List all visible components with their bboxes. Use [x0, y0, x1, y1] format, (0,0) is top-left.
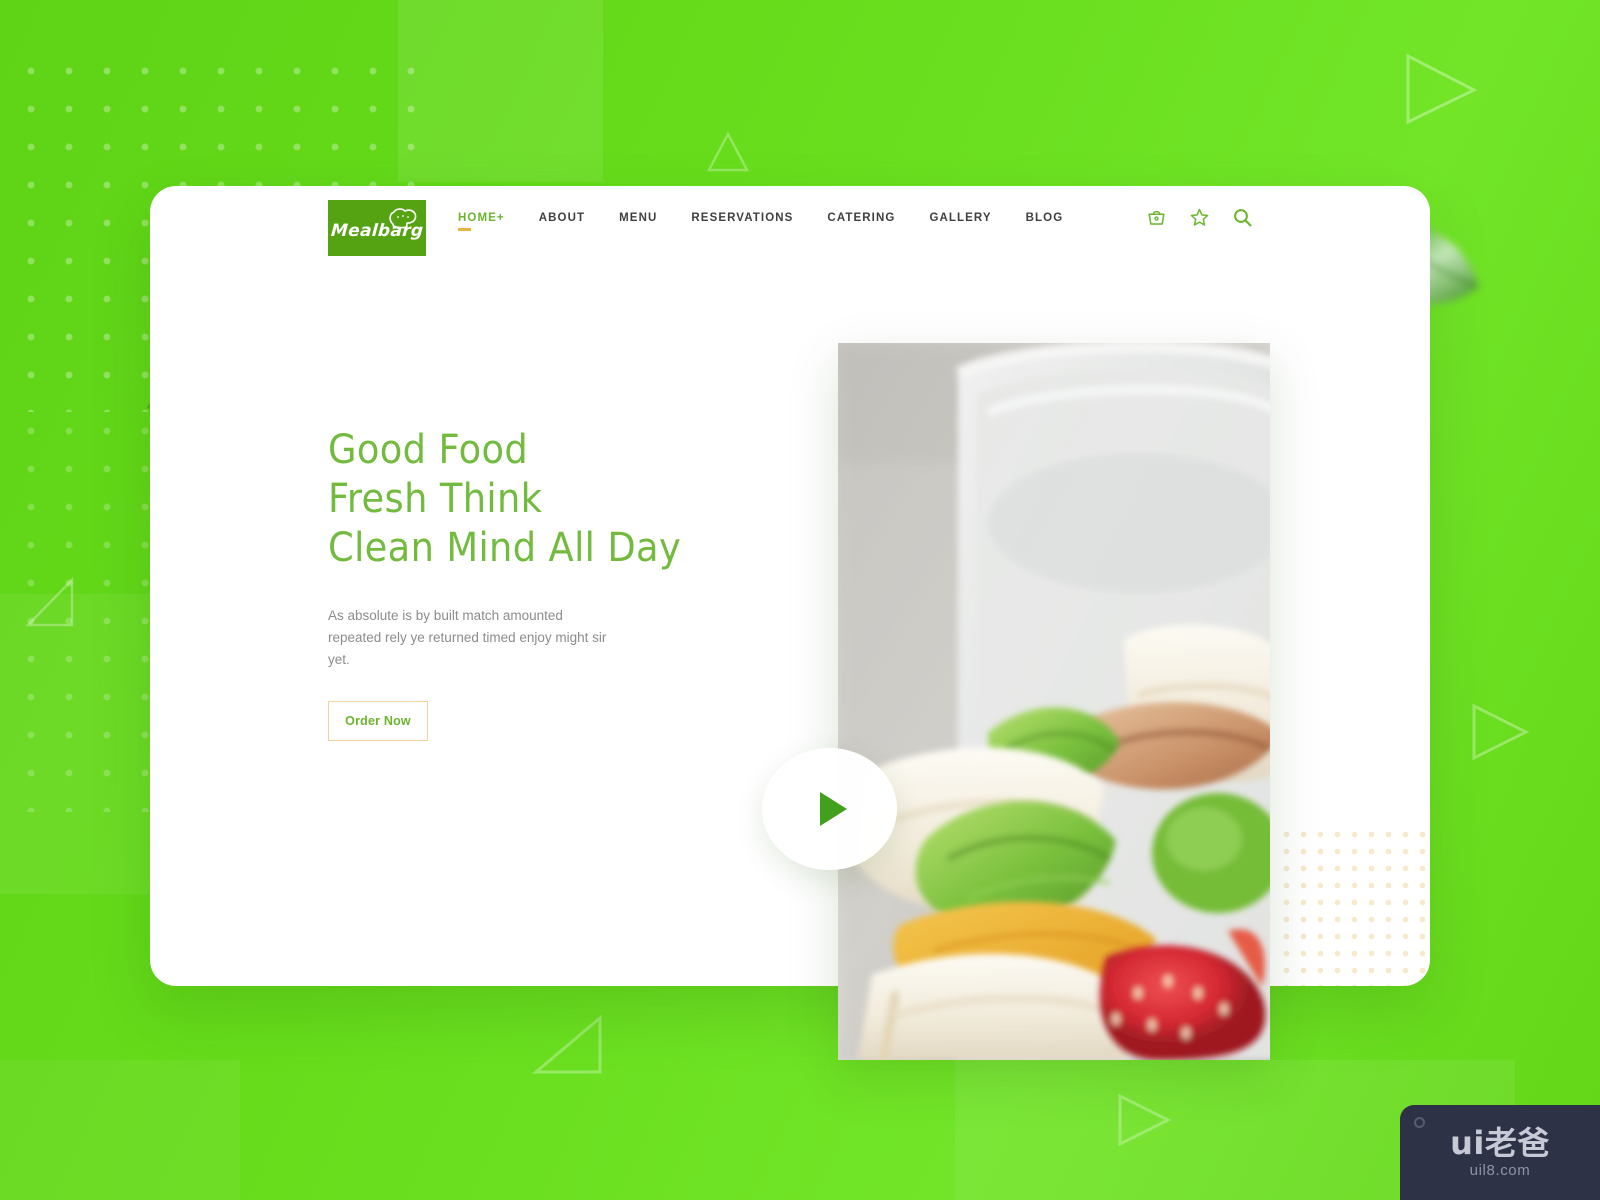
watermark: ui老爸 uil8.com: [1400, 1105, 1600, 1200]
nav-active-underline: [458, 228, 471, 231]
play-video-button[interactable]: [762, 748, 897, 870]
star-icon[interactable]: [1190, 208, 1209, 227]
card-dot-pattern: [1278, 826, 1430, 986]
hero-food-image: [838, 343, 1270, 1060]
site-navbar: Mealbarg HOME+ ABOUT MENU RESERVATIONS C…: [150, 186, 1430, 278]
search-icon[interactable]: [1233, 208, 1252, 227]
order-now-button[interactable]: Order Now: [328, 701, 428, 741]
basket-icon[interactable]: [1147, 208, 1166, 227]
page-title: Good Food Fresh Think Clean Mind All Day: [328, 426, 798, 573]
triangle-decor-right: [1466, 700, 1532, 764]
background-block-bottom-left: [0, 1060, 240, 1200]
nav-item-about[interactable]: ABOUT: [522, 210, 602, 226]
nav-item-catering[interactable]: CATERING: [810, 210, 912, 226]
chef-hat-icon: [388, 208, 418, 235]
triangle-decor-bottom-left: [530, 1010, 608, 1080]
nav-item-blog[interactable]: BLOG: [1009, 210, 1081, 226]
hero-title-line-1: Good Food: [328, 427, 529, 473]
nav-icon-group: [1147, 208, 1252, 227]
triangle-decor-bottom-mid: [1112, 1090, 1174, 1150]
triangle-decor-top-right: [1400, 50, 1480, 128]
site-logo[interactable]: Mealbarg: [328, 200, 426, 256]
hero-title-line-3: Clean Mind All Day: [328, 525, 682, 571]
nav-links: HOME+ ABOUT MENU RESERVATIONS CATERING G…: [458, 210, 1081, 231]
nav-item-gallery[interactable]: GALLERY: [912, 210, 1008, 226]
watermark-circle-icon: [1414, 1117, 1425, 1128]
nav-item-home-suffix: +: [496, 212, 505, 224]
hero-text-block: Good Food Fresh Think Clean Mind All Day…: [328, 426, 798, 741]
watermark-title: ui老爸: [1450, 1124, 1550, 1162]
hero-paragraph: As absolute is by built match amounted r…: [328, 608, 607, 667]
nav-item-menu[interactable]: MENU: [602, 210, 674, 226]
food-photo: [838, 343, 1270, 1060]
nav-item-home-label: HOME: [458, 212, 497, 224]
nav-item-reservations[interactable]: RESERVATIONS: [674, 210, 810, 226]
hero-title-line-2: Fresh Think: [328, 476, 543, 522]
triangle-decor-top-mid: [705, 130, 751, 174]
triangle-decor-left: [22, 575, 80, 631]
nav-item-home[interactable]: HOME+: [458, 210, 522, 231]
play-icon: [820, 792, 847, 826]
watermark-url: uil8.com: [1469, 1162, 1531, 1179]
